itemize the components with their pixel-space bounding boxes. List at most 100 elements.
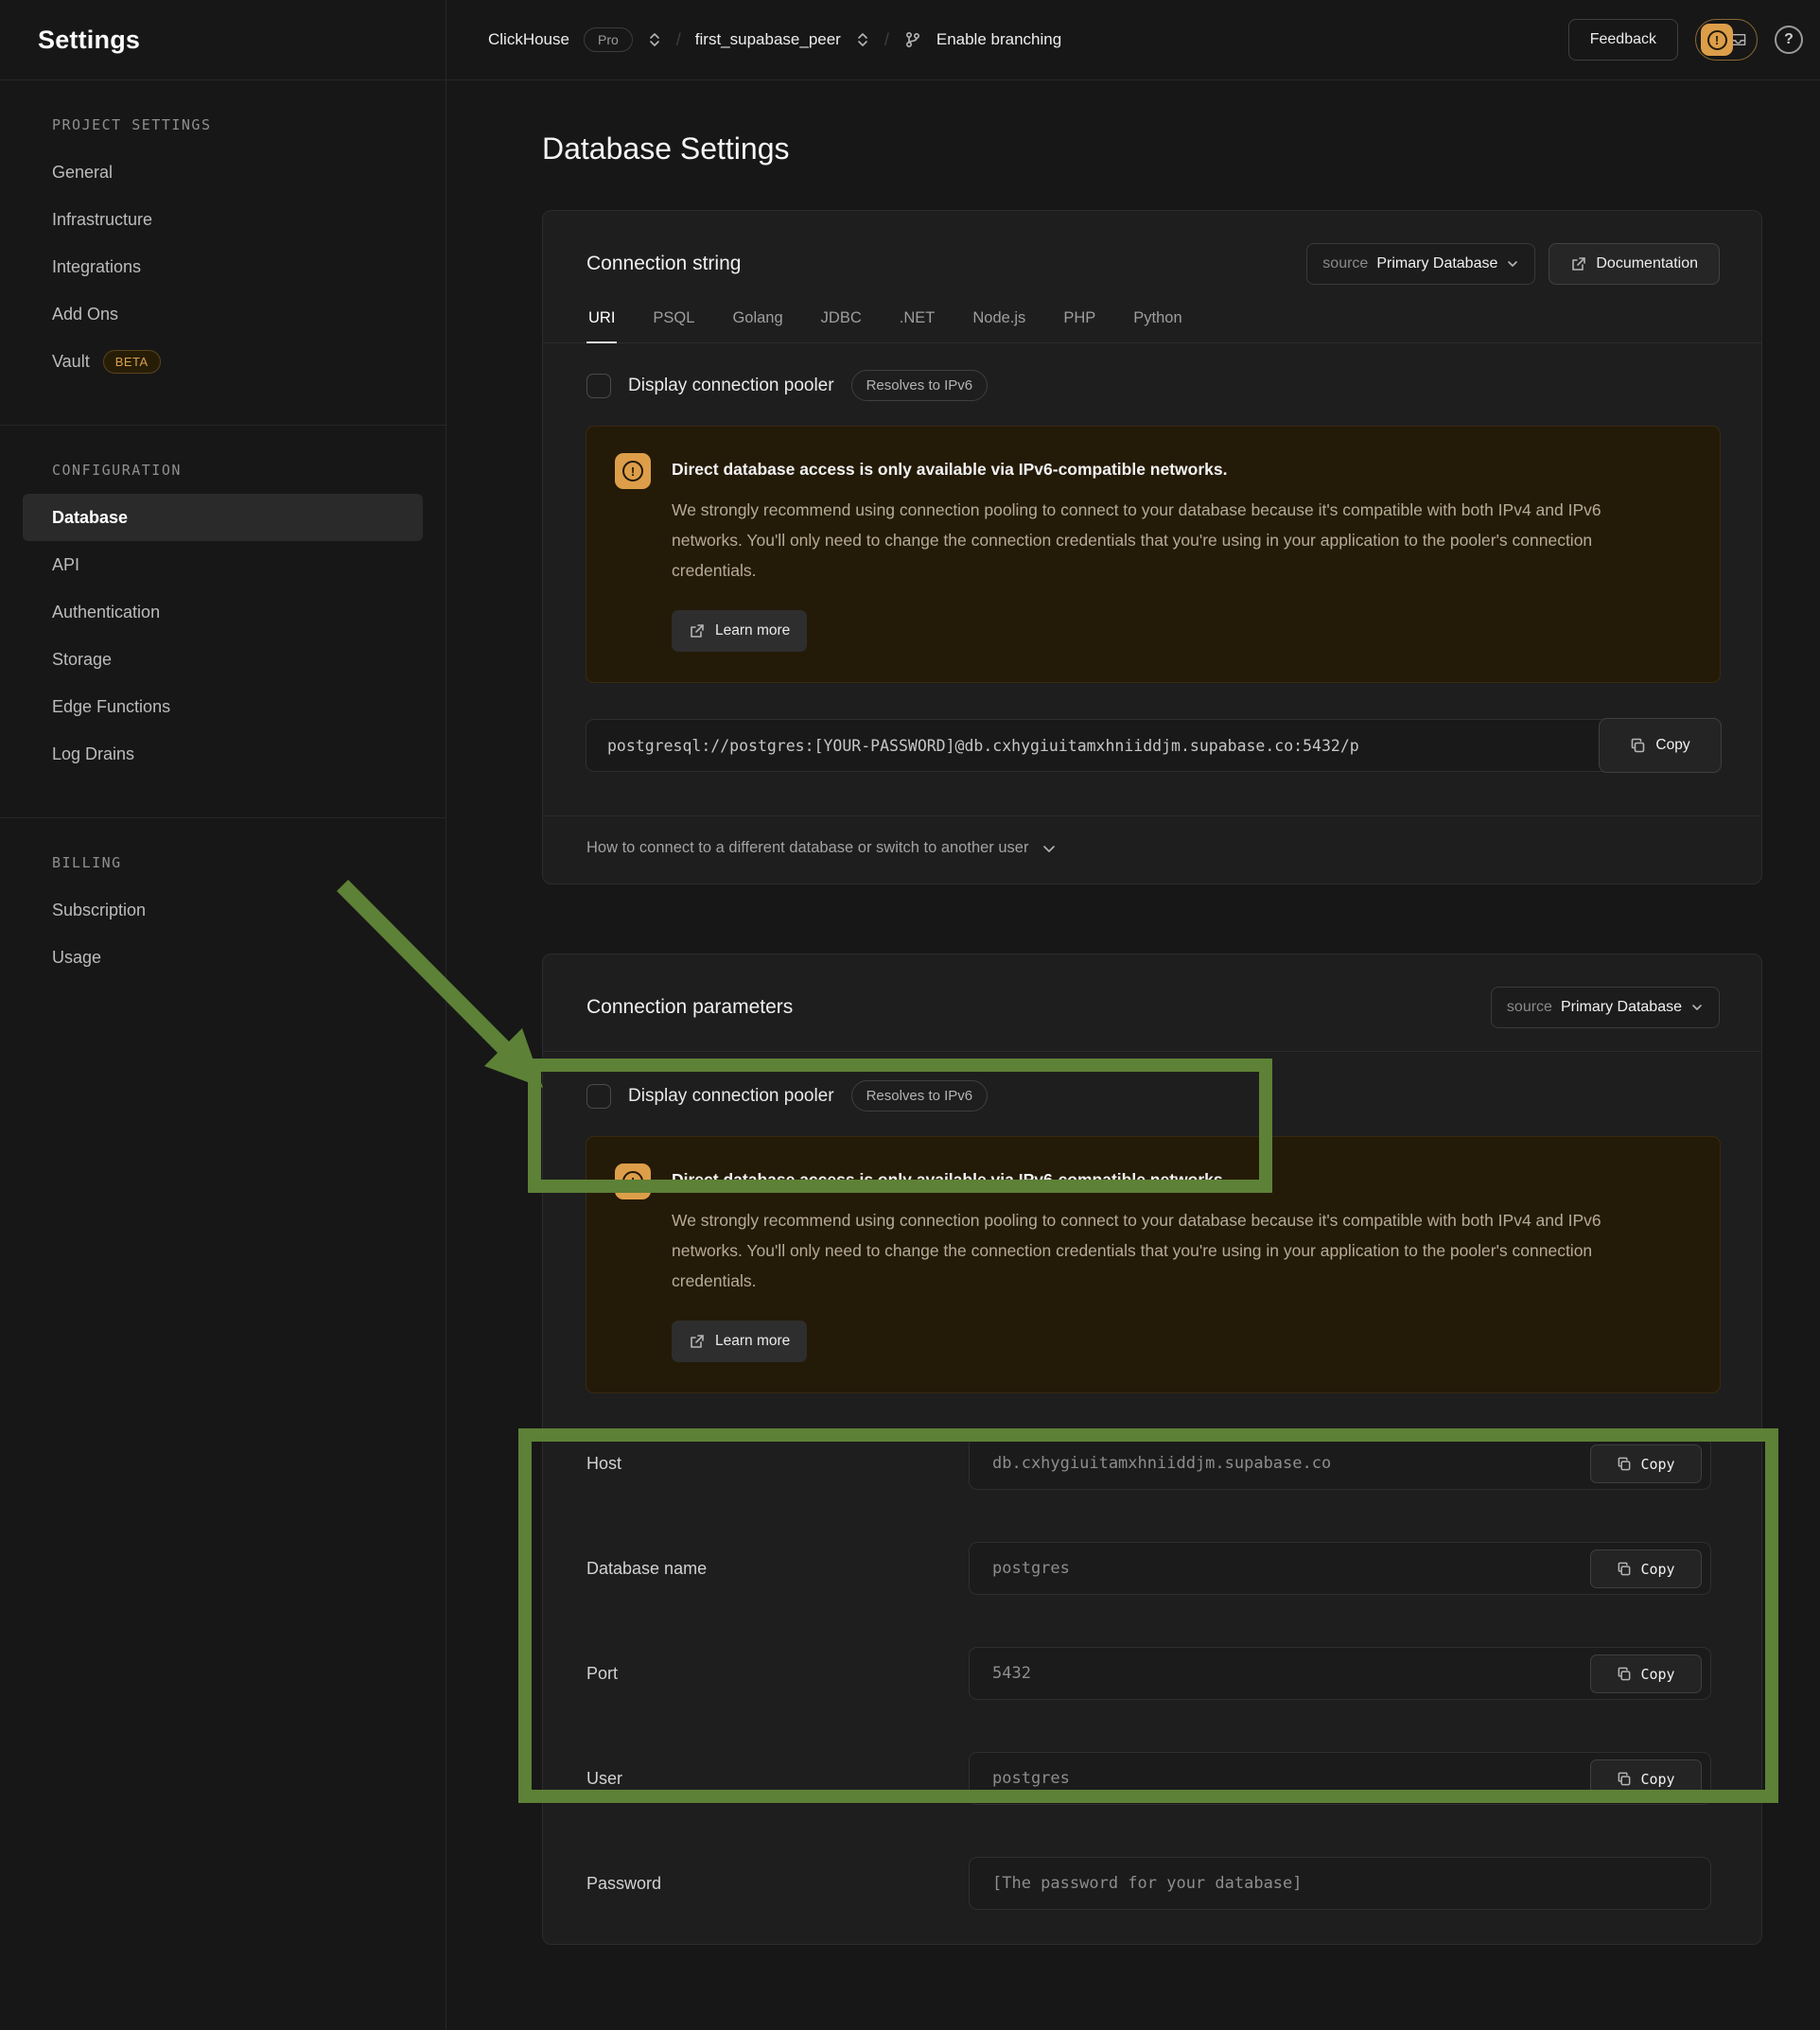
plan-badge: Pro: [584, 27, 633, 52]
ipv6-warning-slot: ! Direct database access is only availab…: [543, 1136, 1761, 1393]
tab-python[interactable]: Python: [1131, 309, 1183, 343]
warning-icon: !: [615, 453, 651, 489]
ipv6-warning-banner: ! Direct database access is only availab…: [586, 426, 1721, 683]
param-label: Database name: [586, 1559, 969, 1579]
copy-icon: [1617, 1562, 1632, 1577]
warning-title: Direct database access is only available…: [672, 1170, 1674, 1190]
connection-parameters-title: Connection parameters: [586, 996, 793, 1019]
tab-net[interactable]: .NET: [898, 309, 937, 343]
org-switcher-icon[interactable]: [647, 31, 662, 48]
sidebar-section-configuration: CONFIGURATION Database API Authenticatio…: [0, 425, 446, 817]
password-value[interactable]: [The password for your database]: [969, 1857, 1711, 1910]
feedback-button[interactable]: Feedback: [1568, 19, 1678, 61]
ipv6-warning-banner: ! Direct database access is only availab…: [586, 1136, 1721, 1393]
tab-jdbc[interactable]: JDBC: [819, 309, 864, 343]
source-select[interactable]: source Primary Database: [1306, 243, 1535, 285]
sidebar-item-api[interactable]: API: [23, 541, 423, 588]
sidebar-item-log-drains[interactable]: Log Drains: [23, 730, 423, 778]
learn-more-button[interactable]: Learn more: [672, 1321, 807, 1362]
tab-php[interactable]: PHP: [1061, 309, 1097, 343]
warning-content: Direct database access is only available…: [672, 453, 1674, 652]
connection-string-value-row: postgresql://postgres:[YOUR-PASSWORD]@db…: [586, 719, 1721, 772]
copy-icon: [1617, 1457, 1632, 1472]
warning-body: We strongly recommend using connection p…: [672, 1205, 1674, 1296]
breadcrumb-org[interactable]: ClickHouse: [488, 30, 569, 49]
host-value[interactable]: db.cxhygiuitamxhniiddjm.supabase.co Copy: [969, 1437, 1711, 1490]
external-link-icon: [689, 1334, 705, 1350]
sidebar-item-infrastructure[interactable]: Infrastructure: [23, 196, 423, 243]
sidebar-section-label: PROJECT SETTINGS: [52, 116, 423, 133]
copy-button[interactable]: Copy: [1590, 1759, 1702, 1798]
connection-string-title: Connection string: [586, 253, 741, 275]
tab-node-js[interactable]: Node.js: [971, 309, 1027, 343]
connection-parameters-card: Connection parameters source Primary Dat…: [542, 954, 1762, 1945]
source-select-value: Primary Database: [1561, 999, 1682, 1016]
sidebar-item-storage[interactable]: Storage: [23, 636, 423, 683]
param-label: Password: [586, 1874, 969, 1894]
warning-body: We strongly recommend using connection p…: [672, 495, 1674, 586]
settings-sidebar: PROJECT SETTINGS General Infrastructure …: [0, 80, 446, 2030]
breadcrumb-project[interactable]: first_supabase_peer: [695, 30, 841, 49]
user-value[interactable]: postgres Copy: [969, 1752, 1711, 1805]
resolves-to-ipv6-badge: Resolves to IPv6: [851, 1080, 989, 1111]
display-connection-pooler-checkbox[interactable]: [586, 1084, 611, 1109]
top-bar-main: ClickHouse Pro / first_supabase_peer / E…: [446, 0, 1820, 79]
source-select-value: Primary Database: [1376, 255, 1497, 272]
sidebar-item-label: General: [52, 163, 113, 183]
copy-button[interactable]: Copy: [1590, 1444, 1702, 1483]
port-value[interactable]: 5432 Copy: [969, 1647, 1711, 1700]
tab-psql[interactable]: PSQL: [651, 309, 696, 343]
display-connection-pooler-checkbox[interactable]: [586, 374, 611, 398]
top-bar: Settings ClickHouse Pro / first_supabase…: [0, 0, 1820, 80]
sidebar-item-add-ons[interactable]: Add Ons: [23, 290, 423, 338]
sidebar-item-label: Usage: [52, 948, 101, 968]
connection-string-header: Connection string source Primary Databas…: [543, 211, 1761, 285]
param-row-port: Port 5432 Copy: [586, 1647, 1711, 1700]
sidebar-section-billing: BILLING Subscription Usage: [0, 817, 446, 1021]
param-label: Port: [586, 1664, 969, 1684]
sidebar-item-database[interactable]: Database: [23, 494, 423, 541]
pooler-label: Display connection pooler: [628, 376, 834, 396]
sidebar-item-label: Storage: [52, 650, 112, 670]
param-row-user: User postgres Copy: [586, 1752, 1711, 1805]
sidebar-item-integrations[interactable]: Integrations: [23, 243, 423, 290]
notifications-button[interactable]: !: [1695, 19, 1758, 61]
sidebar-item-label: Log Drains: [52, 744, 134, 764]
warning-badge-icon: !: [1701, 24, 1733, 56]
copy-button[interactable]: Copy: [1590, 1549, 1702, 1588]
param-row-password: Password [The password for your database…: [586, 1857, 1711, 1910]
source-select[interactable]: source Primary Database: [1491, 987, 1720, 1028]
connection-string-value[interactable]: postgresql://postgres:[YOUR-PASSWORD]@db…: [586, 719, 1721, 772]
documentation-button[interactable]: Documentation: [1549, 243, 1720, 285]
chevron-down-icon: [1041, 841, 1057, 856]
sidebar-item-label: API: [52, 555, 79, 575]
enable-branching-button[interactable]: Enable branching: [936, 30, 1061, 49]
sidebar-section-label: BILLING: [52, 854, 423, 871]
connection-string-tabs: URI PSQL Golang JDBC .NET Node.js PHP Python: [543, 309, 1761, 343]
external-link-icon: [1570, 256, 1586, 272]
sidebar-item-vault[interactable]: Vault BETA: [23, 338, 423, 385]
sidebar-item-subscription[interactable]: Subscription: [23, 886, 423, 934]
beta-badge: BETA: [103, 350, 161, 374]
tab-golang[interactable]: Golang: [730, 309, 784, 343]
copy-button[interactable]: Copy: [1599, 718, 1722, 773]
sidebar-item-authentication[interactable]: Authentication: [23, 588, 423, 636]
param-row-host: Host db.cxhygiuitamxhniiddjm.supabase.co…: [586, 1437, 1711, 1490]
warning-content: Direct database access is only available…: [672, 1164, 1674, 1362]
sidebar-item-edge-functions[interactable]: Edge Functions: [23, 683, 423, 730]
connection-help-toggle[interactable]: How to connect to a different database o…: [543, 816, 1761, 884]
warning-icon: !: [615, 1164, 651, 1199]
tab-uri[interactable]: URI: [586, 309, 617, 343]
top-bar-actions: Feedback ! ?: [1568, 19, 1803, 61]
help-icon[interactable]: ?: [1775, 26, 1803, 54]
project-switcher-icon[interactable]: [855, 31, 870, 48]
sidebar-item-label: Integrations: [52, 257, 141, 277]
breadcrumb-separator: /: [676, 30, 681, 50]
learn-more-button[interactable]: Learn more: [672, 610, 807, 652]
sidebar-item-general[interactable]: General: [23, 149, 423, 196]
database-name-value[interactable]: postgres Copy: [969, 1542, 1711, 1595]
sidebar-item-usage[interactable]: Usage: [23, 934, 423, 981]
copy-button[interactable]: Copy: [1590, 1654, 1702, 1693]
breadcrumb: ClickHouse Pro / first_supabase_peer / E…: [488, 27, 1061, 52]
connection-string-controls: source Primary Database Documentation: [1306, 243, 1720, 285]
